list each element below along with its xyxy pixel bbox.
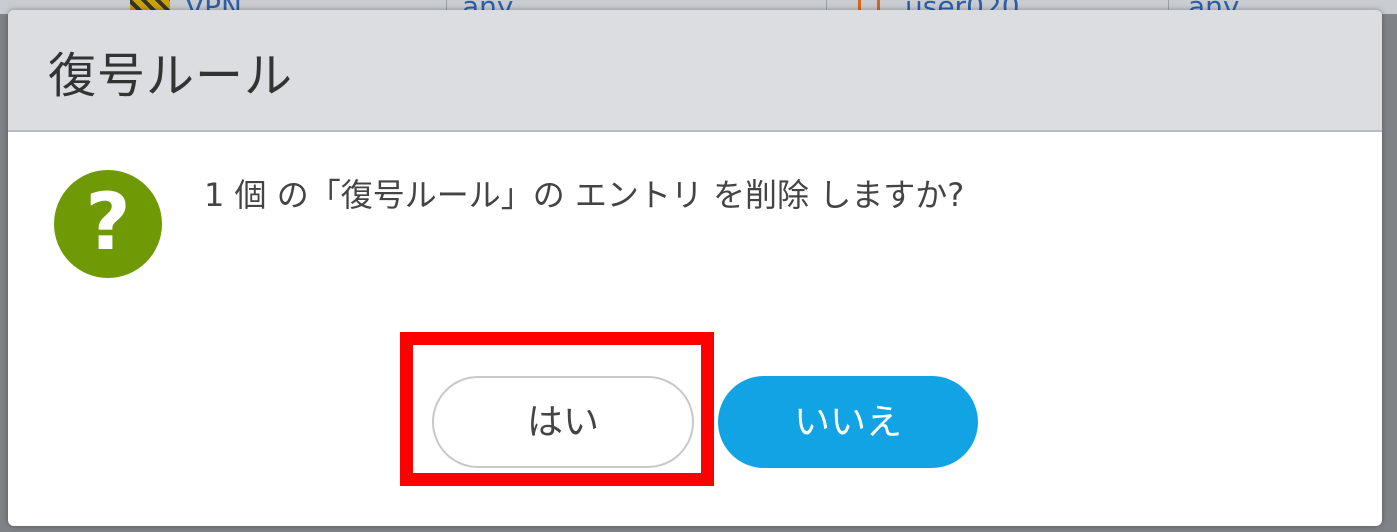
yes-button[interactable]: はい [432, 376, 694, 468]
dialog-header: 復号ルール [8, 10, 1382, 132]
question-icon: ? [54, 170, 162, 278]
no-button[interactable]: いいえ [718, 376, 978, 468]
dialog-title: 復号ルール [48, 48, 294, 104]
dialog-message: 1 個 の「復号ルール」の エントリ を削除 しますか? [204, 176, 965, 214]
confirm-dialog: 復号ルール ? 1 個 の「復号ルール」の エントリ を削除 しますか? はい … [8, 10, 1382, 526]
